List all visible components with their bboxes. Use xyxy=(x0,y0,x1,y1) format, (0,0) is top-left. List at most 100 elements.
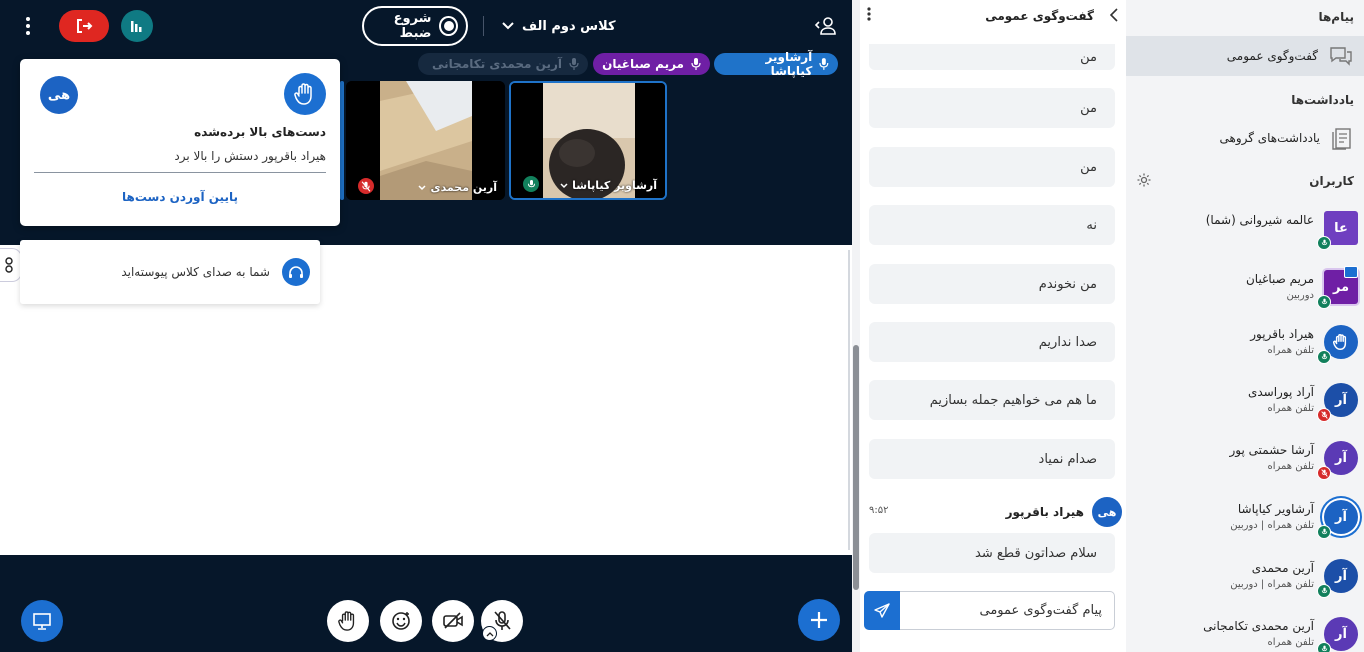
chat-message: من xyxy=(869,44,1115,70)
microphone-icon xyxy=(819,58,829,70)
audio-options-caret[interactable] xyxy=(482,626,497,641)
actions-plus-button[interactable] xyxy=(798,599,840,641)
chat-bubbles-icon xyxy=(1330,47,1352,66)
hand-icon xyxy=(338,611,355,631)
sidebar-item-shared-notes[interactable]: یادداشت‌های گروهی xyxy=(1126,118,1364,158)
user-list-item[interactable]: هیراد باقرپور تلفن همراه xyxy=(1126,317,1364,367)
chevron-left-icon[interactable] xyxy=(1109,8,1118,26)
user-device-status: تلفن همراه xyxy=(1267,637,1314,648)
talking-name: آرین محمدی تکامجانی xyxy=(432,57,562,71)
chat-message-input[interactable]: پیام گفت‌وگوی عمومی xyxy=(864,591,1115,630)
raise-hand-button[interactable] xyxy=(327,600,369,642)
video-tile[interactable]: آرین محمدی xyxy=(346,81,505,200)
connection-status-button[interactable] xyxy=(121,10,153,42)
microphone-icon xyxy=(1317,525,1331,539)
sidebar-item-label: گفت‌وگوی عمومی xyxy=(1226,49,1318,63)
chevron-down-icon xyxy=(560,182,568,188)
sidebar-item-public-chat[interactable]: گفت‌وگوی عمومی xyxy=(1126,36,1364,76)
microphone-icon xyxy=(569,58,579,70)
send-icon xyxy=(874,602,890,618)
users-sidebar: پیام‌ها گفت‌وگوی عمومی یادداشت‌ها یادداش… xyxy=(1126,0,1364,652)
toggle-users-panel-button[interactable] xyxy=(812,14,840,38)
user-device-status: تلفن همراه | دوربین xyxy=(1230,520,1314,531)
user-list-item[interactable]: آر آراد پوراسدی تلفن همراه xyxy=(1126,375,1364,425)
raised-hand-icon xyxy=(284,73,326,115)
gear-icon[interactable] xyxy=(1136,172,1152,188)
talking-name: آرشاویر کیاپاشا xyxy=(765,50,813,78)
reactions-button[interactable] xyxy=(380,600,422,642)
record-icon xyxy=(439,16,458,36)
emoji-icon xyxy=(392,612,410,630)
talking-indicator[interactable]: آرین محمدی تکامجانی xyxy=(418,53,588,75)
chat-message: نه xyxy=(869,205,1115,245)
presentation-button[interactable] xyxy=(21,600,63,642)
author-name: هیراد باقرپور xyxy=(1005,505,1084,519)
video-tile-partial xyxy=(340,81,344,200)
user-device-status: دوربین xyxy=(1286,290,1314,301)
user-list-item[interactable]: آر آرین محمدی تکامجانی تلفن همراه xyxy=(1126,609,1364,652)
chat-options-icon[interactable] xyxy=(866,6,872,26)
microphone-icon xyxy=(1317,350,1331,364)
microphone-icon xyxy=(691,58,701,70)
video-tile[interactable]: آرشاویر کیاپاشا xyxy=(509,81,667,200)
panel-resizer[interactable] xyxy=(852,0,860,652)
user-list-icon xyxy=(814,17,836,35)
logout-icon xyxy=(77,19,93,33)
talking-indicator[interactable]: مریم صباغیان xyxy=(593,53,710,75)
messages-heading: پیام‌ها xyxy=(1318,10,1354,24)
scrollbar-thumb[interactable] xyxy=(853,345,859,590)
chevron-down-icon xyxy=(418,184,427,190)
audio-joined-toast: شما به صدای کلاس پیوسته‌اید xyxy=(20,240,320,304)
room-title[interactable]: کلاس دوم الف xyxy=(502,14,616,38)
microphone-icon xyxy=(1317,295,1331,309)
tile-name-label: آرین محمدی xyxy=(418,181,497,194)
presenter-icon xyxy=(1344,266,1358,278)
user-list-item[interactable]: مر مریم صباغیان دوربین xyxy=(1126,262,1364,312)
user-list-item[interactable]: آر آرشا حشمتی پور تلفن همراه xyxy=(1126,433,1364,483)
apps-grid-icon xyxy=(4,257,13,273)
apps-panel-handle[interactable] xyxy=(0,248,22,282)
muted-microphone-icon xyxy=(1317,408,1331,422)
record-button[interactable]: شروع ضبط xyxy=(362,6,468,46)
talking-indicator[interactable]: آرشاویر کیاپاشا xyxy=(714,50,838,78)
popup-description: هیراد باقرپور دستش را بالا برد xyxy=(174,149,326,163)
chat-message: صدا نداریم xyxy=(869,322,1115,362)
microphone-icon xyxy=(1317,642,1331,652)
tile-name-label: آرشاویر کیاپاشا xyxy=(560,179,657,192)
leave-meeting-button[interactable] xyxy=(59,10,109,42)
users-heading: کاربران xyxy=(1309,174,1354,188)
whiteboard-scrollbar[interactable] xyxy=(848,250,850,550)
chat-message: سلام صداتون قطع شد xyxy=(869,533,1115,573)
signal-bars-icon xyxy=(131,21,142,32)
chat-message: من xyxy=(869,147,1115,187)
user-list-item[interactable]: آر آرشاویر کیاپاشا تلفن همراه | دوربین xyxy=(1126,492,1364,542)
user-name: مریم صباغیان xyxy=(1245,272,1314,286)
lower-hands-button[interactable]: پایین آوردن دست‌ها xyxy=(20,190,340,204)
chat-message: ما هم می خواهیم جمله بسازیم xyxy=(869,380,1115,420)
presentation-icon xyxy=(33,613,51,630)
user-name: هیراد باقرپور xyxy=(1250,327,1314,341)
chat-title: گفت‌وگوی عمومی xyxy=(985,9,1094,23)
chevron-up-icon xyxy=(486,631,493,636)
muted-microphone-icon xyxy=(1317,466,1331,480)
notes-icon xyxy=(1332,128,1351,150)
send-message-button[interactable] xyxy=(864,591,900,630)
top-bar: شروع ضبط کلاس دوم الف xyxy=(0,0,852,52)
user-name: آرشا حشمتی پور xyxy=(1229,443,1315,457)
chat-author-row: هی هیراد باقرپور ۹:۵۲ xyxy=(869,496,1122,528)
chat-header: گفت‌وگوی عمومی xyxy=(860,0,1126,36)
camera-toggle-button[interactable] xyxy=(432,600,474,642)
user-device-status: تلفن همراه | دوربین xyxy=(1230,579,1314,590)
room-name: کلاس دوم الف xyxy=(522,18,616,34)
options-menu-icon[interactable] xyxy=(14,12,42,40)
toast-text: شما به صدای کلاس پیوسته‌اید xyxy=(121,265,270,279)
top-divider xyxy=(483,16,484,36)
user-device-status: تلفن همراه xyxy=(1267,461,1314,472)
headphones-icon xyxy=(282,258,310,286)
notes-heading: یادداشت‌ها xyxy=(1291,93,1354,107)
user-list-item[interactable]: عا عالمه شیروانی (شما) xyxy=(1126,203,1364,253)
muted-microphone-icon xyxy=(358,178,374,194)
user-list-item[interactable]: آر آرین محمدی تلفن همراه | دوربین xyxy=(1126,551,1364,601)
avatar: هی xyxy=(40,76,78,114)
chat-message: صدام نمیاد xyxy=(869,439,1115,479)
